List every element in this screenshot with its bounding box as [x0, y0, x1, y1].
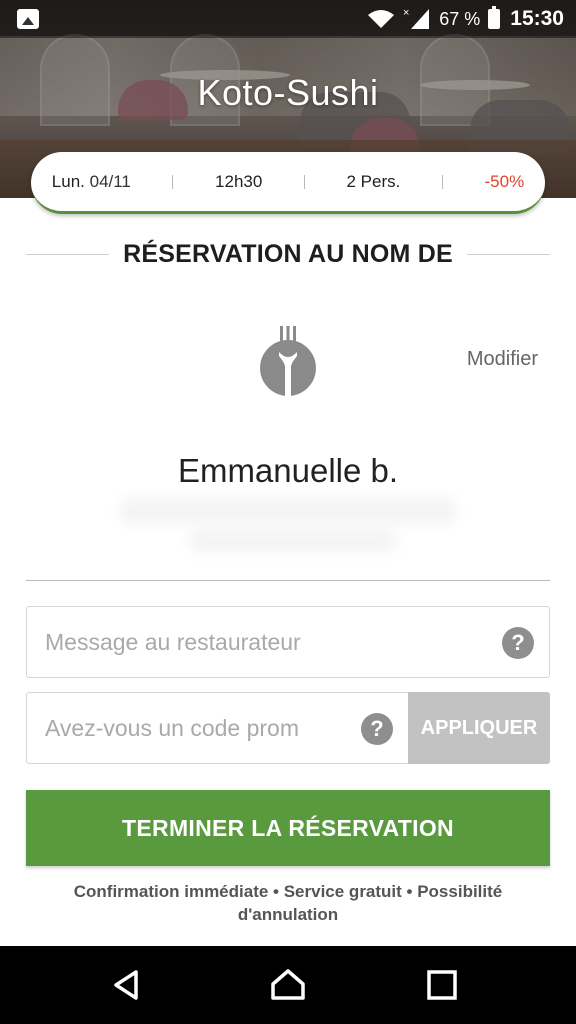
separator: [172, 174, 174, 189]
booking-summary[interactable]: Lun. 04/11 12h30 2 Pers. -50%: [31, 152, 545, 214]
apply-button[interactable]: APPLIQUER: [408, 692, 550, 764]
booking-date-value: 04/11: [89, 171, 131, 191]
help-icon[interactable]: ?: [502, 627, 534, 659]
status-bar: × 67 % 15:30: [0, 0, 576, 38]
home-icon[interactable]: [268, 968, 308, 1002]
signal-icon: ×: [403, 7, 430, 29]
booking-time[interactable]: 12h30: [215, 172, 262, 192]
separator: [441, 174, 443, 189]
svg-text:×: ×: [403, 7, 409, 19]
help-icon[interactable]: ?: [361, 713, 393, 745]
clock: 15:30: [510, 7, 564, 30]
promo-field: ? APPLIQUER: [26, 692, 550, 764]
section-heading: RÉSERVATION AU NOM DE: [26, 234, 551, 274]
restaurant-name: Koto-Sushi: [197, 72, 379, 113]
blurred-user-info: [188, 530, 398, 552]
modify-link[interactable]: Modifier: [467, 348, 538, 371]
booking-people[interactable]: 2 Pers.: [346, 172, 400, 192]
back-icon[interactable]: [108, 968, 148, 1002]
booking-discount: -50%: [484, 171, 525, 191]
wifi-icon: [368, 10, 395, 28]
gallery-icon: [17, 9, 39, 29]
user-name: Emmanuelle b.: [177, 452, 399, 489]
battery-percent: 67 %: [439, 8, 481, 29]
fork-avatar-icon: [260, 326, 316, 396]
system-nav-bar: [0, 946, 576, 1024]
booking-day: Lun.: [51, 171, 85, 191]
promo-code-input[interactable]: [27, 693, 347, 763]
separator: [303, 174, 305, 189]
message-input[interactable]: [27, 607, 467, 677]
blurred-user-info: [118, 498, 458, 524]
section-heading-text: RÉSERVATION AU NOM DE: [123, 239, 453, 268]
battery-icon: [488, 6, 501, 29]
recent-apps-icon[interactable]: [422, 968, 462, 1002]
reassurance-note: Confirmation immédiate • Service gratuit…: [73, 882, 503, 924]
divider: [26, 580, 550, 581]
finish-reservation-button[interactable]: TERMINER LA RÉSERVATION: [26, 790, 550, 866]
heading-rule-right: [466, 253, 551, 255]
booking-date[interactable]: Lun. 04/11: [52, 172, 131, 192]
message-field: ?: [26, 606, 550, 678]
heading-rule-left: [26, 253, 110, 255]
